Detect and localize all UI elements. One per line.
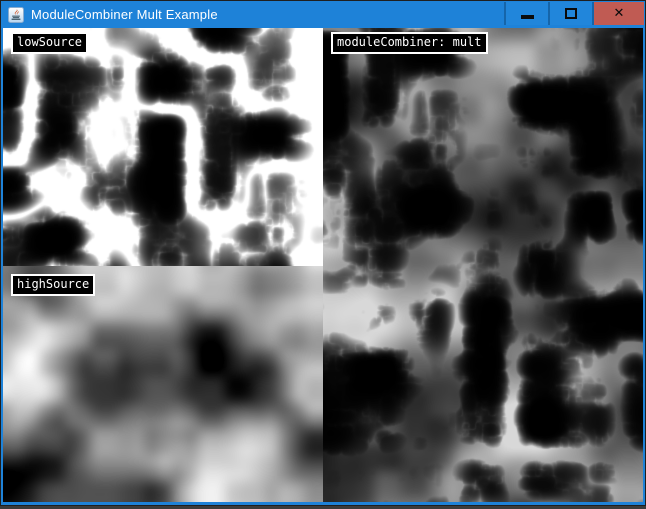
maximize-button[interactable] — [548, 2, 592, 25]
desktop-backdrop: ModuleCombiner Mult Example ✕ lowSource — [0, 0, 646, 509]
render-area: lowSource highSource moduleCombiner: mul… — [3, 28, 643, 502]
panel-mult: moduleCombiner: mult — [323, 28, 643, 502]
close-icon: ✕ — [614, 7, 625, 20]
highsource-noise-canvas — [3, 266, 323, 502]
title-bar[interactable]: ModuleCombiner Mult Example ✕ — [1, 1, 645, 28]
panel-highsource: highSource — [3, 266, 323, 502]
window-controls: ✕ — [504, 2, 644, 25]
maximize-icon — [565, 8, 577, 19]
app-window: ModuleCombiner Mult Example ✕ lowSource — [0, 0, 646, 506]
minimize-button[interactable] — [504, 2, 548, 25]
minimize-icon — [521, 15, 534, 19]
lowsource-label: lowSource — [11, 32, 88, 54]
left-column: lowSource highSource — [3, 28, 323, 502]
java-coffee-cup-icon[interactable] — [8, 7, 24, 23]
highsource-label: highSource — [11, 274, 95, 296]
lowsource-noise-canvas — [3, 28, 323, 266]
mult-label: moduleCombiner: mult — [331, 32, 488, 54]
panel-lowsource: lowSource — [3, 28, 323, 266]
mult-noise-canvas — [323, 28, 643, 502]
close-button[interactable]: ✕ — [592, 2, 644, 25]
